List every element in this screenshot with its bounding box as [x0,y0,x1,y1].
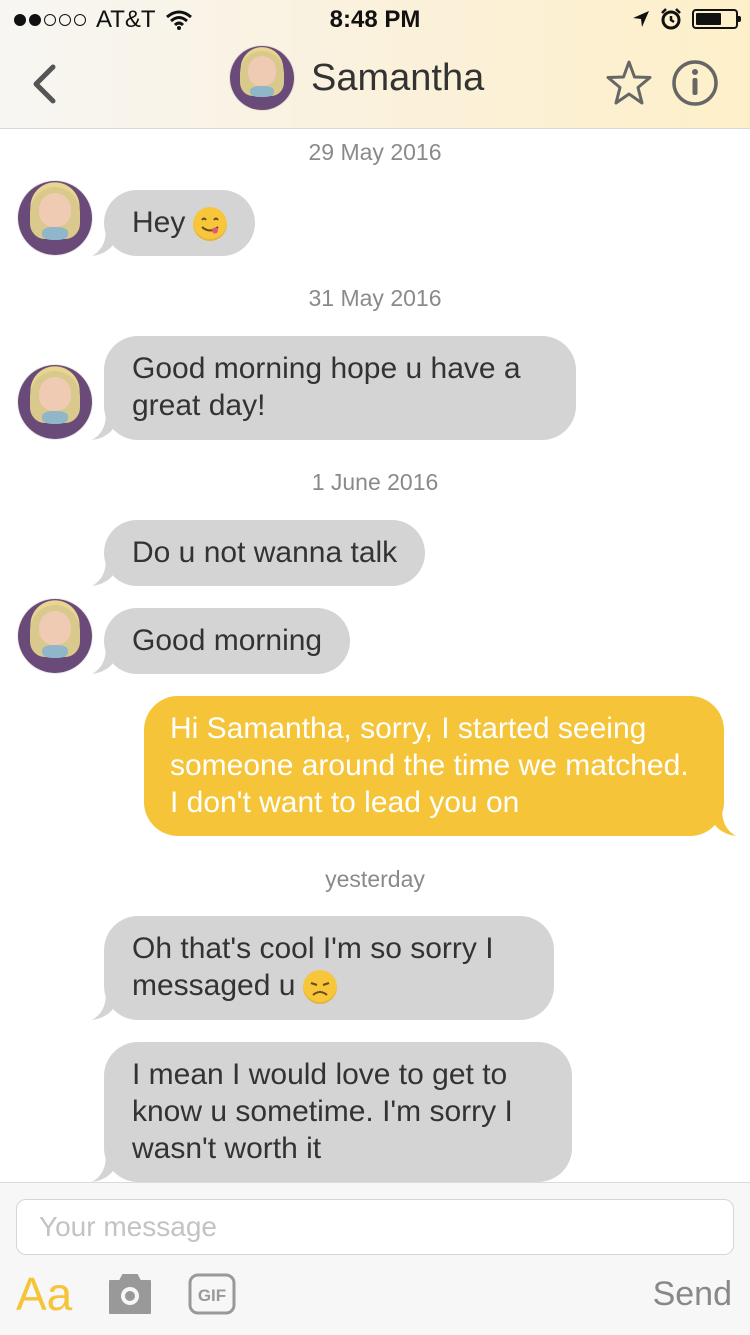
date-divider: yesterday [325,866,425,892]
send-button[interactable]: Send [653,1275,732,1314]
message-input[interactable] [16,1199,734,1255]
message-text: Good morning [132,624,323,657]
info-icon[interactable] [670,58,720,108]
text-format-button[interactable]: Aa [16,1267,72,1321]
sender-avatar[interactable] [18,365,92,439]
alarm-icon [661,8,681,30]
back-chevron-icon [33,64,56,104]
message-bubble-incoming[interactable]: Good morning [92,608,351,674]
message-text: Hey [132,206,186,239]
location-arrow-icon [633,11,649,27]
message-bubble-incoming[interactable]: Hey [92,190,256,256]
message-text: I mean I would love to get to know u som… [132,1058,513,1165]
status-bar: AT&T 8:48 PM [0,0,750,40]
yum-emoji-icon [193,207,228,242]
gif-label: GIF [198,1286,226,1305]
message-composer: Aa GIF Send [0,1182,750,1335]
date-divider: 29 May 2016 [308,139,442,165]
date-divider: 31 May 2016 [308,285,442,311]
chat-header: Samantha [0,40,750,128]
message-bubble-incoming[interactable]: Oh that's cool I'm so sorry I messaged u [92,916,554,1020]
message-bubble-incoming[interactable]: Good morning hope u have a great day! [92,336,576,440]
message-bubble-incoming[interactable]: I mean I would love to get to know u som… [92,1042,572,1182]
gif-button[interactable]: GIF [188,1273,236,1315]
contact-avatar[interactable] [230,46,294,110]
sender-avatar[interactable] [18,599,92,673]
camera-icon[interactable] [108,1273,152,1315]
date-divider: 1 June 2016 [311,469,439,495]
contact-name[interactable]: Samantha [311,57,484,100]
back-button[interactable] [26,60,62,108]
sender-avatar[interactable] [18,181,92,255]
star-icon[interactable] [604,58,654,108]
message-text: Do u not wanna talk [132,536,398,569]
battery-icon [692,9,741,29]
top-bar: AT&T 8:48 PM Samantha [0,0,750,129]
message-text: Hi Samantha, sorry, I started seeing som… [170,712,689,819]
message-bubble-incoming[interactable]: Do u not wanna talk [92,520,426,586]
message-text: Good morning hope u have a great day! [132,352,521,422]
message-bubble-outgoing[interactable]: Hi Samantha, sorry, I started seeing som… [144,696,736,836]
disappointed-emoji-icon [303,970,338,1005]
